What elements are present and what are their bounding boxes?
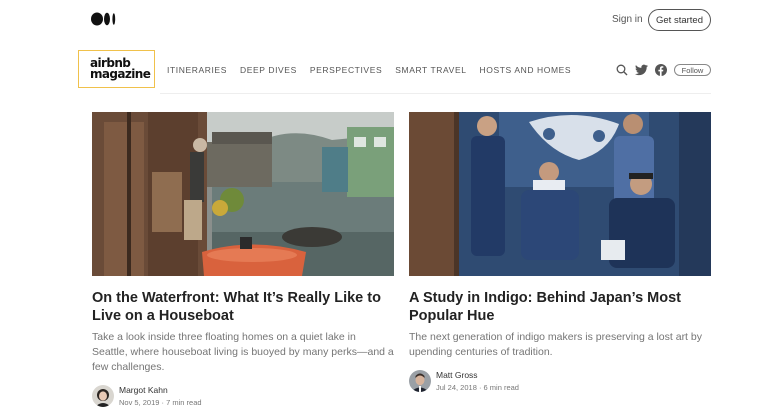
medium-logo-icon[interactable] <box>91 12 119 26</box>
indigo-makers-photo[interactable] <box>409 112 711 276</box>
nav-deep-dives[interactable]: DEEP DIVES <box>240 65 297 75</box>
article-card[interactable]: On the Waterfront: What It’s Really Like… <box>92 112 394 407</box>
article-meta: Jul 24, 2018 · 6 min read <box>436 383 519 392</box>
logo-line-2: magazine <box>90 67 151 81</box>
divider <box>160 93 711 94</box>
houseboat-photo[interactable] <box>92 112 394 276</box>
author-info: Margot Kahn Nov 5, 2019 · 7 min read <box>92 385 292 407</box>
avatar[interactable] <box>409 370 431 392</box>
author-name[interactable]: Margot Kahn <box>119 385 168 395</box>
article-excerpt[interactable]: Take a look inside three floating homes … <box>92 330 394 375</box>
author-name[interactable]: Matt Gross <box>436 370 478 380</box>
nav-smart-travel[interactable]: SMART TRAVEL <box>395 65 466 75</box>
article-title[interactable]: On the Waterfront: What It’s Really Like… <box>92 289 394 325</box>
airbnb-magazine-logo[interactable]: airbnb magazine <box>78 50 155 88</box>
follow-button[interactable]: Follow <box>674 64 711 76</box>
nav-itineraries[interactable]: ITINERARIES <box>167 65 227 75</box>
article-title[interactable]: A Study in Indigo: Behind Japan’s Most P… <box>409 289 711 325</box>
nav-hosts-and-homes[interactable]: HOSTS AND HOMES <box>480 65 572 75</box>
avatar[interactable] <box>92 385 114 407</box>
search-icon[interactable] <box>616 64 628 76</box>
article-card[interactable]: A Study in Indigo: Behind Japan’s Most P… <box>409 112 711 392</box>
article-excerpt[interactable]: The next generation of indigo makers is … <box>409 330 711 360</box>
sign-in-link[interactable]: Sign in <box>612 14 643 25</box>
publication-nav: airbnb magazine ITINERARIES DEEP DIVES P… <box>78 50 711 88</box>
nav-links: ITINERARIES DEEP DIVES PERSPECTIVES SMAR… <box>167 65 571 75</box>
twitter-icon[interactable] <box>635 64 648 76</box>
author-info: Matt Gross Jul 24, 2018 · 6 min read <box>409 370 609 392</box>
article-meta: Nov 5, 2019 · 7 min read <box>119 398 202 407</box>
facebook-icon[interactable] <box>655 64 667 76</box>
nav-perspectives[interactable]: PERSPECTIVES <box>310 65 382 75</box>
get-started-button[interactable]: Get started <box>648 9 711 31</box>
